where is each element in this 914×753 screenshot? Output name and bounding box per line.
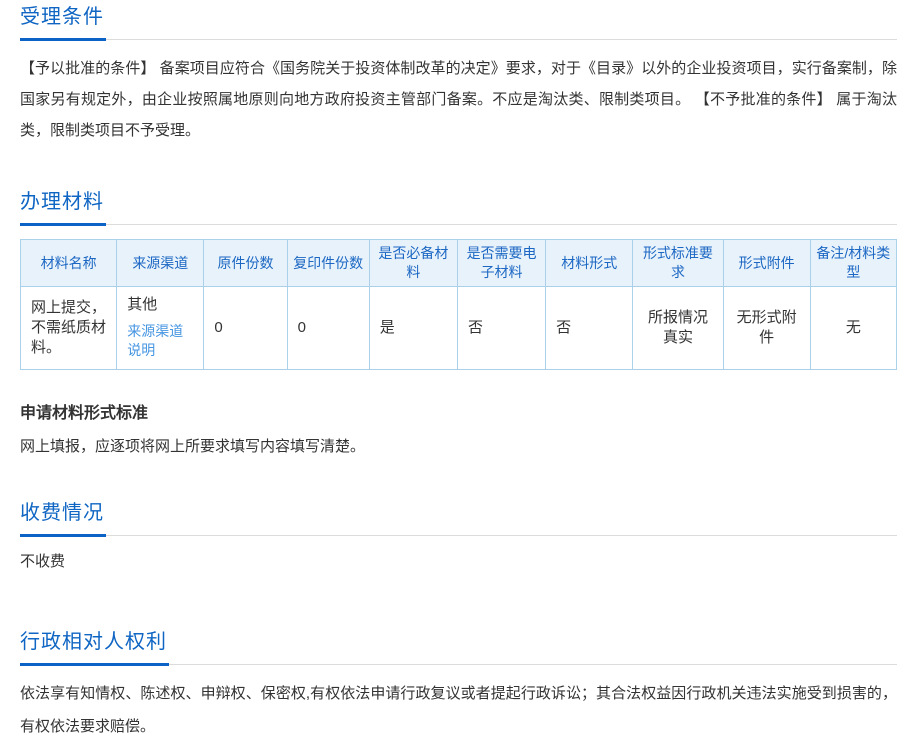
fees-text: 不收费 (20, 552, 897, 572)
source-channel-note-link[interactable]: 来源渠道说明 (127, 322, 193, 360)
form-standard-text: 网上填报，应逐项将网上所要求填写内容填写清楚。 (20, 437, 897, 457)
cell-source-channel: 其他 来源渠道说明 (117, 287, 204, 370)
cell-form-standard: 所报情况真实 (633, 287, 723, 370)
cell-material-name: 网上提交，不需纸质材料。 (21, 287, 117, 370)
section-head-materials: 办理材料 (20, 190, 897, 225)
section-head-rights: 行政相对人权利 (20, 630, 897, 665)
section-acceptance: 受理条件 【予以批准的条件】 备案项目应符合《国务院关于投资体制改革的决定》要求… (20, 5, 897, 146)
service-detail-page: 受理条件 【予以批准的条件】 备案项目应符合《国务院关于投资体制改革的决定》要求… (0, 0, 914, 753)
section-title-fees: 收费情况 (20, 501, 106, 537)
col-header-form-attachment: 形式附件 (723, 240, 810, 287)
col-header-material-name: 材料名称 (21, 240, 117, 287)
col-header-source-channel: 来源渠道 (117, 240, 204, 287)
section-title-rights: 行政相对人权利 (20, 630, 169, 666)
col-header-need-electronic: 是否需要电子材料 (457, 240, 545, 287)
cell-material-form: 否 (546, 287, 633, 370)
cell-is-required: 是 (369, 287, 457, 370)
col-header-remark-type: 备注/材料类型 (810, 240, 896, 287)
cell-original-copies: 0 (204, 287, 287, 370)
section-fees: 收费情况 不收费 (20, 501, 897, 572)
rights-text: 依法享有知情权、陈述权、申辩权、保密权,有权依法申请行政复议或者提起行政诉讼；其… (20, 677, 897, 743)
section-head-fees: 收费情况 (20, 501, 897, 536)
section-title-acceptance: 受理条件 (20, 5, 106, 41)
cell-remark-type: 无 (810, 287, 896, 370)
section-rights: 行政相对人权利 依法享有知情权、陈述权、申辩权、保密权,有权依法申请行政复议或者… (20, 630, 897, 743)
col-header-material-form: 材料形式 (546, 240, 633, 287)
col-header-original-copies: 原件份数 (204, 240, 287, 287)
table-row: 网上提交，不需纸质材料。 其他 来源渠道说明 0 0 是 否 否 所报情况真实 … (21, 287, 897, 370)
col-header-form-standard: 形式标准要求 (633, 240, 723, 287)
source-channel-value: 其他 (127, 295, 193, 315)
form-standard-heading: 申请材料形式标准 (20, 404, 897, 424)
col-header-photocopies: 复印件份数 (287, 240, 369, 287)
section-materials: 办理材料 材料名称 来源渠道 原件份数 复印件份数 是否必备材料 是否需要电子材… (20, 190, 897, 457)
cell-form-attachment: 无形式附件 (723, 287, 810, 370)
cell-photocopies: 0 (287, 287, 369, 370)
materials-table: 材料名称 来源渠道 原件份数 复印件份数 是否必备材料 是否需要电子材料 材料形… (20, 239, 897, 370)
section-title-materials: 办理材料 (20, 190, 106, 226)
acceptance-conditions-text: 【予以批准的条件】 备案项目应符合《国务院关于投资体制改革的决定》要求，对于《目… (20, 53, 897, 146)
materials-table-header-row: 材料名称 来源渠道 原件份数 复印件份数 是否必备材料 是否需要电子材料 材料形… (21, 240, 897, 287)
col-header-is-required: 是否必备材料 (369, 240, 457, 287)
section-head-acceptance: 受理条件 (20, 5, 897, 40)
cell-need-electronic: 否 (457, 287, 545, 370)
